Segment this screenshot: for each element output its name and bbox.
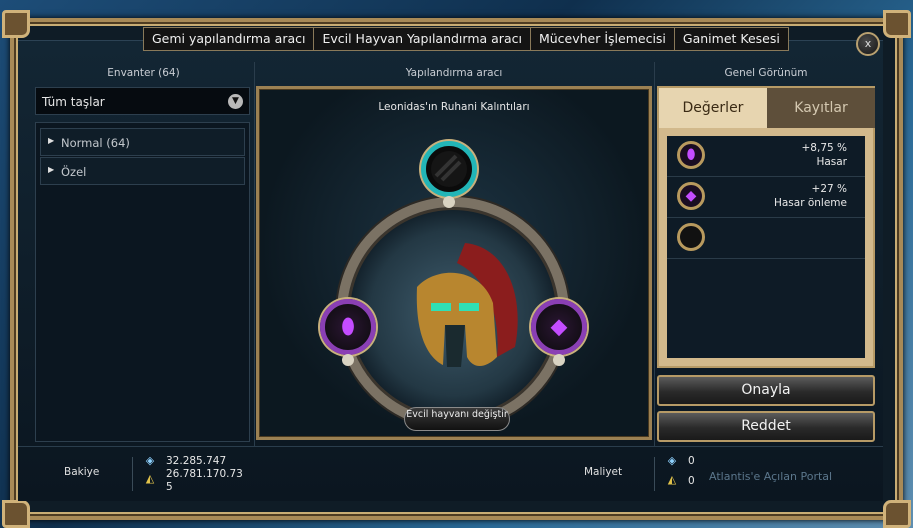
gem-filter-dropdown[interactable]: Tüm taşlar ▼ xyxy=(35,87,250,115)
purple-gem-icon: ⬮ xyxy=(341,314,355,340)
top-tabs: Gemi yapılandırma aracı Evcil Hayvan Yap… xyxy=(143,27,789,51)
inventory-category-label: Normal (64) xyxy=(61,136,130,150)
blue-currency-icon: ◈ xyxy=(145,454,155,467)
change-pet-button[interactable]: Evcil hayvanı değiştir xyxy=(404,407,510,431)
expand-arrow-icon: ▶ xyxy=(48,165,55,174)
tab-ship-configurator[interactable]: Gemi yapılandırma aracı xyxy=(143,27,314,51)
corner-ornament xyxy=(883,500,911,528)
corner-ornament xyxy=(883,10,911,38)
inventory-category-normal[interactable]: ▶ Normal (64) xyxy=(40,128,245,156)
divider xyxy=(132,457,133,491)
stats-list: ⬮ +8,75 % Hasar ◆ +27 % Hasar önleme xyxy=(667,136,865,358)
skull-ornament-icon xyxy=(342,354,354,366)
chevron-down-icon[interactable]: ▼ xyxy=(228,94,243,109)
tab-pet-configurator[interactable]: Evcil Hayvan Yapılandırma aracı xyxy=(313,27,530,51)
overview-title: Genel Görünüm xyxy=(724,67,808,79)
balance-blue-amount: 32.285.747 xyxy=(166,455,227,467)
gold-currency-icon: ◭ xyxy=(667,473,677,486)
cost-label: Maliyet xyxy=(584,466,623,478)
configurator-panel: Leonidas'ın Ruhani Kalıntıları ⬮ ◆ Evcil… xyxy=(256,86,652,440)
cost-gold-amount: 0 xyxy=(688,475,695,487)
reject-button[interactable]: Reddet xyxy=(657,411,875,442)
balance-gold-amount-continued: 5 xyxy=(166,481,173,493)
skull-ornament-icon xyxy=(553,354,565,366)
purple-diamond-icon: ◆ xyxy=(677,182,705,210)
stat-name: Hasar xyxy=(816,156,847,168)
close-button[interactable]: x xyxy=(856,32,880,56)
background-map-label: Atlantis'e Açılan Portal xyxy=(709,470,833,483)
column-divider xyxy=(254,62,255,447)
gold-currency-icon: ◭ xyxy=(145,472,155,485)
skull-ornament-icon xyxy=(443,196,455,208)
top-gem-socket[interactable] xyxy=(421,141,477,197)
empty-socket-icon xyxy=(431,151,467,187)
column-divider xyxy=(654,62,655,447)
configurator-title: Yapılandırma aracı xyxy=(405,67,503,79)
helmet-icon xyxy=(416,243,518,367)
inventory-list: ▶ Normal (64) ▶ Özel xyxy=(35,122,250,442)
inventory-category-label: Özel xyxy=(61,165,87,179)
item-name: Leonidas'ın Ruhani Kalıntıları xyxy=(378,101,530,113)
left-gem-socket[interactable]: ⬮ xyxy=(320,299,376,355)
corner-ornament xyxy=(2,500,30,528)
stat-row xyxy=(667,218,865,259)
tab-loot-bag[interactable]: Ganimet Kesesi xyxy=(673,27,789,51)
expand-arrow-icon: ▶ xyxy=(48,136,55,145)
tab-jewel-processor[interactable]: Mücevher İşlemecisi xyxy=(529,27,674,51)
tab-logs[interactable]: Kayıtlar xyxy=(767,88,875,128)
empty-socket-icon xyxy=(677,223,705,251)
inventory-title: Envanter (64) xyxy=(107,67,180,79)
divider xyxy=(654,457,655,491)
overview-panel: Değerler Kayıtlar ⬮ +8,75 % Hasar ◆ +27 … xyxy=(657,86,875,368)
corner-ornament xyxy=(2,10,30,38)
inventory-category-special[interactable]: ▶ Özel xyxy=(40,157,245,185)
stat-row: ⬮ +8,75 % Hasar xyxy=(667,136,865,177)
purple-gem-icon: ⬮ xyxy=(677,141,705,169)
tab-values[interactable]: Değerler xyxy=(659,88,767,128)
right-gem-socket[interactable]: ◆ xyxy=(531,299,587,355)
cost-blue-amount: 0 xyxy=(688,455,695,467)
stat-row: ◆ +27 % Hasar önleme xyxy=(667,177,865,218)
bottom-divider xyxy=(18,446,883,447)
purple-diamond-icon: ◆ xyxy=(550,314,568,340)
stat-name: Hasar önleme xyxy=(773,197,847,209)
blue-currency-icon: ◈ xyxy=(667,454,677,467)
balance-label: Bakiye xyxy=(64,466,100,478)
balance-gold-amount: 26.781.170.73 xyxy=(166,468,243,480)
confirm-button[interactable]: Onayla xyxy=(657,375,875,406)
gem-filter-value: Tüm taşlar xyxy=(42,95,105,109)
stat-value: +27 % xyxy=(811,183,847,195)
stat-value: +8,75 % xyxy=(801,142,848,154)
